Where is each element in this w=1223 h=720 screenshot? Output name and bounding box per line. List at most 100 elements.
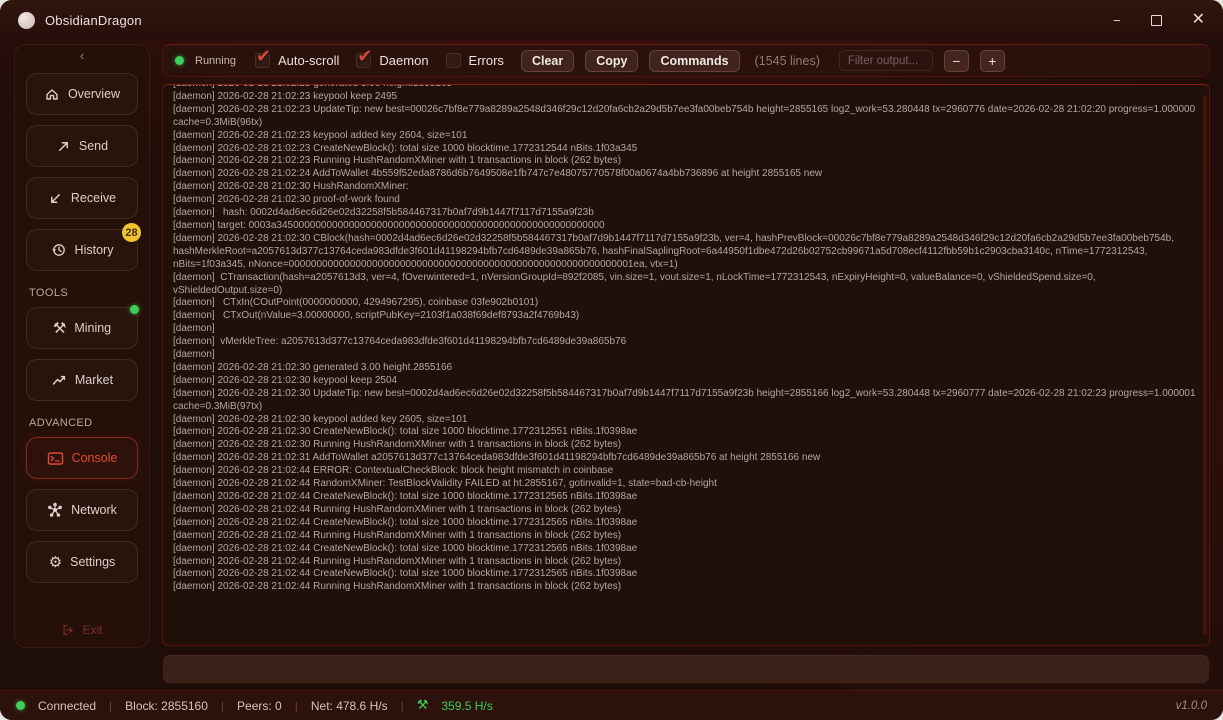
log-line: [daemon] 2026-02-28 21:02:44 Running Hus… [173,556,1199,569]
sidebar-item-label: Network [71,503,117,517]
log-line: [daemon] 2026-02-28 21:02:44 CreateNewBl… [173,568,1199,581]
errors-label: Errors [469,53,504,68]
sidebar-item-label: Settings [70,555,115,569]
console-output[interactable]: [daemon] 2026-02-28 21:02:23 generated 3… [162,84,1210,646]
log-line: [daemon] CTxIn(COutPoint(0000000000, 429… [173,297,1199,310]
sidebar-item-settings[interactable]: ⚙ Settings [26,541,138,583]
lines-count: (1545 lines) [755,54,820,68]
log-line: [daemon] [173,349,1199,362]
log-line: [daemon] 2026-02-28 21:02:30 proof-of-wo… [173,194,1199,207]
log-line: [daemon] hash: 0002d4ad6ec6d26e02d32258f… [173,207,1199,220]
exit-door-icon [61,623,75,637]
maximize-button[interactable] [1151,15,1162,26]
log-line: [daemon] 2026-02-28 21:02:44 CreateNewBl… [173,517,1199,530]
minimize-button[interactable]: − [1113,14,1121,27]
settings-gear-icon: ⚙ [49,555,62,570]
command-input[interactable] [162,654,1210,684]
console-toolbar: Running ✔ Auto-scroll ✔ Daemon Errors Cl… [162,44,1210,77]
checkbox-box [446,53,461,68]
log-line: [daemon] 2026-02-28 21:02:44 RandomXMine… [173,478,1199,491]
sidebar-item-mining[interactable]: ⚒ Mining [26,307,138,349]
check-icon: ✔ [357,46,372,67]
filter-output-input[interactable] [839,50,933,71]
connection-status: Connected [38,699,96,713]
font-decrease-button[interactable]: − [944,50,969,72]
sidebar-item-network[interactable]: Network [26,489,138,531]
sidebar: ‹ Overview Send Receive History 28 TOOLS… [14,44,150,648]
log-line: [daemon] 2026-02-28 21:02:30 keypool add… [173,414,1199,427]
peers-count: Peers: 0 [237,699,282,713]
check-icon: ✔ [256,46,271,67]
console-log: [daemon] 2026-02-28 21:02:23 generated 3… [173,84,1199,594]
log-line: [daemon] 2026-02-28 21:02:30 keypool kee… [173,375,1199,388]
mining-active-dot [130,305,139,314]
window-controls: − ✕ [1113,12,1205,28]
local-hashrate: 359.5 H/s [441,699,492,713]
mining-pickaxe-icon: ⚒ [53,321,66,336]
log-line: [daemon] 2026-02-28 21:02:44 CreateNewBl… [173,543,1199,556]
log-line: [daemon] CTxOut(nValue=3.00000000, scrip… [173,310,1199,323]
app-logo-icon [18,12,35,29]
daemon-running-dot [175,56,184,65]
log-line: [daemon] target: 0003a345000000000000000… [173,220,1199,233]
send-arrow-icon [56,139,71,154]
copy-button[interactable]: Copy [585,50,638,72]
sidebar-item-label: Market [75,373,113,387]
sidebar-collapse-button[interactable]: ‹ [32,49,132,65]
tools-section-label: TOOLS [29,287,68,299]
exit-button[interactable]: Exit [61,623,102,637]
statusbar: Connected | Block: 2855160 | Peers: 0 | … [0,690,1223,720]
history-badge: 28 [122,223,141,242]
pickaxe-icon: ⚒ [417,699,429,712]
titlebar: ObsidianDragon − ✕ [0,0,1223,40]
daemon-label: Daemon [379,53,428,68]
block-height: Block: 2855160 [125,699,208,713]
log-line: [daemon] 2026-02-28 21:02:23 keypool kee… [173,91,1199,104]
separator: | [295,699,298,713]
history-clock-icon [51,242,67,258]
log-line: [daemon] 2026-02-28 21:02:30 UpdateTip: … [173,388,1199,414]
sidebar-item-receive[interactable]: Receive [26,177,138,219]
separator: | [109,699,112,713]
log-line: [daemon] 2026-02-28 21:02:30 CreateNewBl… [173,426,1199,439]
log-line: [daemon] 2026-02-28 21:02:44 CreateNewBl… [173,491,1199,504]
errors-checkbox[interactable]: Errors [446,53,504,68]
font-increase-button[interactable]: + [980,50,1005,72]
sidebar-item-console[interactable]: Console [26,437,138,479]
app-title: ObsidianDragon [45,13,142,28]
log-line: [daemon] [173,323,1199,336]
network-hub-icon [47,502,63,518]
commands-button[interactable]: Commands [649,50,739,72]
console-scrollbar[interactable] [1203,95,1207,635]
app-window: ObsidianDragon − ✕ ‹ Overview Send Recei… [0,0,1223,720]
log-line: [daemon] vMerkleTree: a2057613d377c13764… [173,336,1199,349]
clear-button[interactable]: Clear [521,50,574,72]
sidebar-item-market[interactable]: Market [26,359,138,401]
autoscroll-checkbox[interactable]: ✔ Auto-scroll [255,53,339,68]
network-hashrate: Net: 478.6 H/s [311,699,388,713]
separator: | [401,699,404,713]
autoscroll-label: Auto-scroll [278,53,339,68]
log-line: [daemon] 2026-02-28 21:02:23 Running Hus… [173,155,1199,168]
sidebar-item-send[interactable]: Send [26,125,138,167]
log-line: [daemon] 2026-02-28 21:02:44 Running Hus… [173,530,1199,543]
exit-label: Exit [82,623,102,637]
sidebar-item-overview[interactable]: Overview [26,73,138,115]
log-line: [daemon] 2026-02-28 21:02:31 AddToWallet… [173,452,1199,465]
receive-arrow-icon [48,191,63,206]
close-button[interactable]: ✕ [1192,12,1205,28]
sidebar-item-label: Console [72,451,118,465]
sidebar-item-label: Receive [71,191,116,205]
app-version: v1.0.0 [1176,700,1207,712]
log-line: [daemon] 2026-02-28 21:02:30 CBlock(hash… [173,233,1199,272]
log-line: [daemon] 2026-02-28 21:02:30 HushRandomX… [173,181,1199,194]
log-line: [daemon] 2026-02-28 21:02:30 generated 3… [173,362,1199,375]
log-line: [daemon] 2026-02-28 21:02:30 Running Hus… [173,439,1199,452]
sidebar-item-label: Mining [74,321,111,335]
daemon-checkbox[interactable]: ✔ Daemon [356,53,428,68]
log-line: [daemon] 2026-02-28 21:02:44 ERROR: Cont… [173,465,1199,478]
sidebar-item-history[interactable]: History 28 [26,229,138,271]
market-chart-icon [51,372,67,388]
checkbox-box: ✔ [356,53,371,68]
log-line: [daemon] 2026-02-28 21:02:23 UpdateTip: … [173,104,1199,130]
